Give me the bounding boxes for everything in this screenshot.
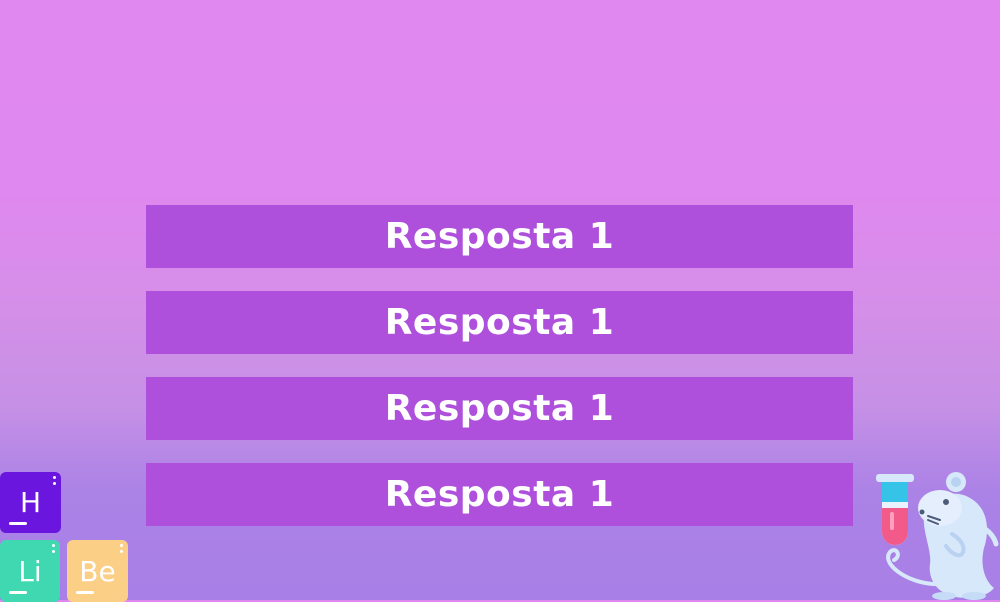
answer-button-2[interactable]: Resposta 1 xyxy=(146,291,853,354)
element-tile-h: H xyxy=(0,472,61,533)
answer-button-3[interactable]: Resposta 1 xyxy=(146,377,853,440)
tile-underline xyxy=(9,591,27,594)
tile-underline xyxy=(9,522,27,525)
tile-dots xyxy=(53,476,56,485)
element-symbol-h: H xyxy=(19,486,42,519)
tile-dots xyxy=(120,544,123,553)
tile-dots xyxy=(52,544,55,553)
lab-mouse-icon xyxy=(876,472,999,600)
element-symbol-li: Li xyxy=(18,554,42,588)
tile-underline xyxy=(76,591,94,594)
answer-button-4[interactable]: Resposta 1 xyxy=(146,463,853,526)
element-tile-be: Be xyxy=(67,540,128,602)
answer-button-1[interactable]: Resposta 1 xyxy=(146,205,853,268)
element-tile-li: Li xyxy=(0,540,60,602)
element-symbol-be: Be xyxy=(79,554,116,588)
answer-list: Resposta 1 Resposta 1 Resposta 1 Respost… xyxy=(146,205,853,549)
test-tube-icon xyxy=(876,474,914,545)
